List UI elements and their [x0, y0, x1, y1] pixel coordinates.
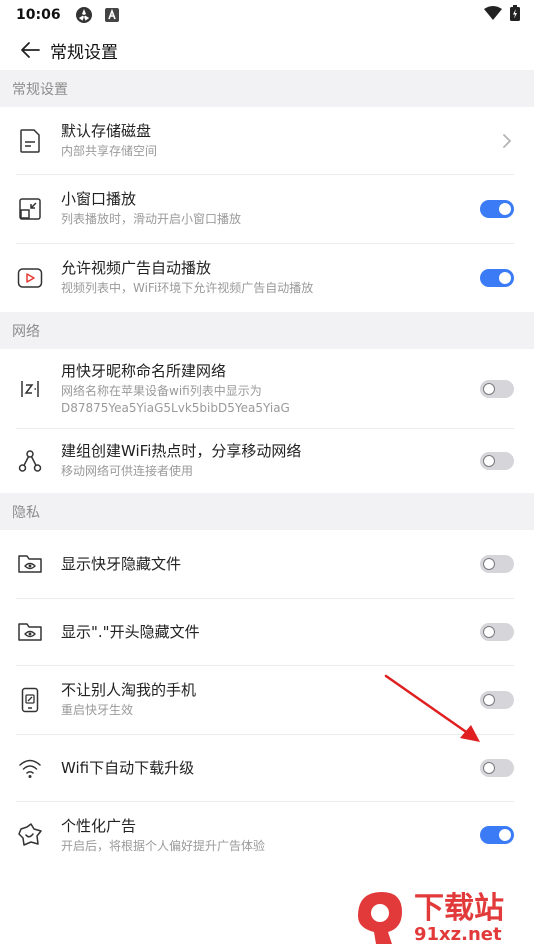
- setting-dot-files[interactable]: 显示"."开头隐藏文件: [0, 598, 534, 665]
- battery-icon: [510, 5, 520, 25]
- wifi-icon: [16, 754, 44, 782]
- setting-title: 不让别人淘我的手机: [61, 681, 197, 699]
- mini-window-icon: [16, 195, 44, 223]
- hidden-files-toggle[interactable]: [480, 555, 514, 573]
- share-nodes-icon: [16, 447, 44, 475]
- section-header-network: 网络: [0, 312, 534, 349]
- watermark-title: 下载站: [414, 891, 504, 926]
- watermark-url: 91xz.net: [414, 924, 502, 945]
- section-header-privacy: 隐私: [0, 493, 534, 530]
- back-arrow-icon[interactable]: [18, 38, 42, 62]
- video-ad-toggle[interactable]: [480, 268, 514, 287]
- setting-subtitle: 网络名称在苹果设备wifi列表中显示为: [61, 383, 262, 398]
- setting-title: 用快牙昵称命名所建网络: [61, 361, 227, 380]
- setting-title: 个性化广告: [61, 816, 137, 835]
- setting-title: 小窗口播放: [61, 190, 137, 208]
- app-toolbar: 常规设置: [0, 30, 534, 70]
- section-header-general: 常规设置: [0, 70, 534, 107]
- setting-title: 默认存储磁盘: [61, 122, 152, 140]
- folder-eye-icon: [16, 618, 44, 646]
- setting-subtitle: 重启快牙生效: [61, 703, 134, 717]
- setting-title: Wifi下自动下载升级: [61, 758, 195, 777]
- notification-a-icon: [104, 8, 119, 22]
- setting-title: 显示"."开头隐藏文件: [61, 622, 200, 641]
- wifi-update-toggle[interactable]: [480, 758, 514, 777]
- status-time: 10:06: [16, 7, 61, 23]
- network-name-icon: [16, 375, 44, 403]
- chevron-right-icon[interactable]: [500, 131, 514, 151]
- watermark-logo-icon: 下载站 91xz.net: [358, 891, 504, 945]
- setting-subtitle: 视频列表中，WiFi环境下允许视频广告自动播放: [61, 281, 314, 295]
- setting-subtitle: 移动网络可供连接者使用: [61, 464, 194, 478]
- personalized-ads-toggle[interactable]: [480, 826, 514, 844]
- page-title: 常规设置: [50, 42, 118, 63]
- setting-personalized-ads[interactable]: 个性化广告 开启后，将根据个人偏好提升广告体验: [0, 801, 534, 869]
- setting-subtitle-network-id: D87875Yea5YiaG5Lvk5bibD5Yea5YiaG: [61, 400, 290, 415]
- setting-title: 允许视频广告自动播放: [61, 259, 212, 277]
- setting-default-storage[interactable]: 默认存储磁盘 内部共享存储空间: [0, 107, 534, 174]
- setting-hidden-files[interactable]: 显示快牙隐藏文件: [0, 530, 534, 598]
- hotspot-share-toggle[interactable]: [480, 451, 514, 470]
- setting-pip-playback[interactable]: 小窗口播放 列表播放时，滑动开启小窗口播放: [0, 174, 534, 243]
- setting-hotspot-share[interactable]: 建组创建WiFi热点时，分享移动网络 移动网络可供连接者使用: [0, 428, 534, 493]
- video-play-icon: [16, 264, 44, 292]
- setting-subtitle: 内部共享存储空间: [61, 144, 158, 158]
- status-bar: 10:06: [0, 0, 534, 30]
- folder-eye-icon: [16, 550, 44, 578]
- badge-star-icon: [16, 821, 44, 849]
- setting-subtitle: 开启后，将根据个人偏好提升广告体验: [61, 838, 266, 853]
- phone-lock-icon: [16, 686, 44, 714]
- watermark: 下载站 91xz.net: [352, 882, 530, 946]
- setting-wifi-auto-update[interactable]: Wifi下自动下载升级: [0, 734, 534, 801]
- setting-nickname-network[interactable]: 用快牙昵称命名所建网络 网络名称在苹果设备wifi列表中显示为 D87875Ye…: [0, 349, 534, 428]
- nickname-network-toggle[interactable]: [480, 379, 514, 398]
- setting-title: 建组创建WiFi热点时，分享移动网络: [61, 442, 302, 460]
- anti-theft-toggle[interactable]: [480, 690, 514, 709]
- sync-icon: [75, 6, 93, 24]
- setting-video-ad-autoplay[interactable]: 允许视频广告自动播放 视频列表中，WiFi环境下允许视频广告自动播放: [0, 243, 534, 312]
- sd-card-icon: [16, 127, 44, 155]
- setting-title: 显示快牙隐藏文件: [61, 555, 182, 573]
- setting-anti-theft[interactable]: 不让别人淘我的手机 重启快牙生效: [0, 665, 534, 734]
- pip-toggle[interactable]: [480, 199, 514, 218]
- wifi-signal-icon: [484, 6, 502, 24]
- dot-files-toggle[interactable]: [480, 622, 514, 641]
- setting-subtitle: 列表播放时，滑动开启小窗口播放: [61, 212, 242, 226]
